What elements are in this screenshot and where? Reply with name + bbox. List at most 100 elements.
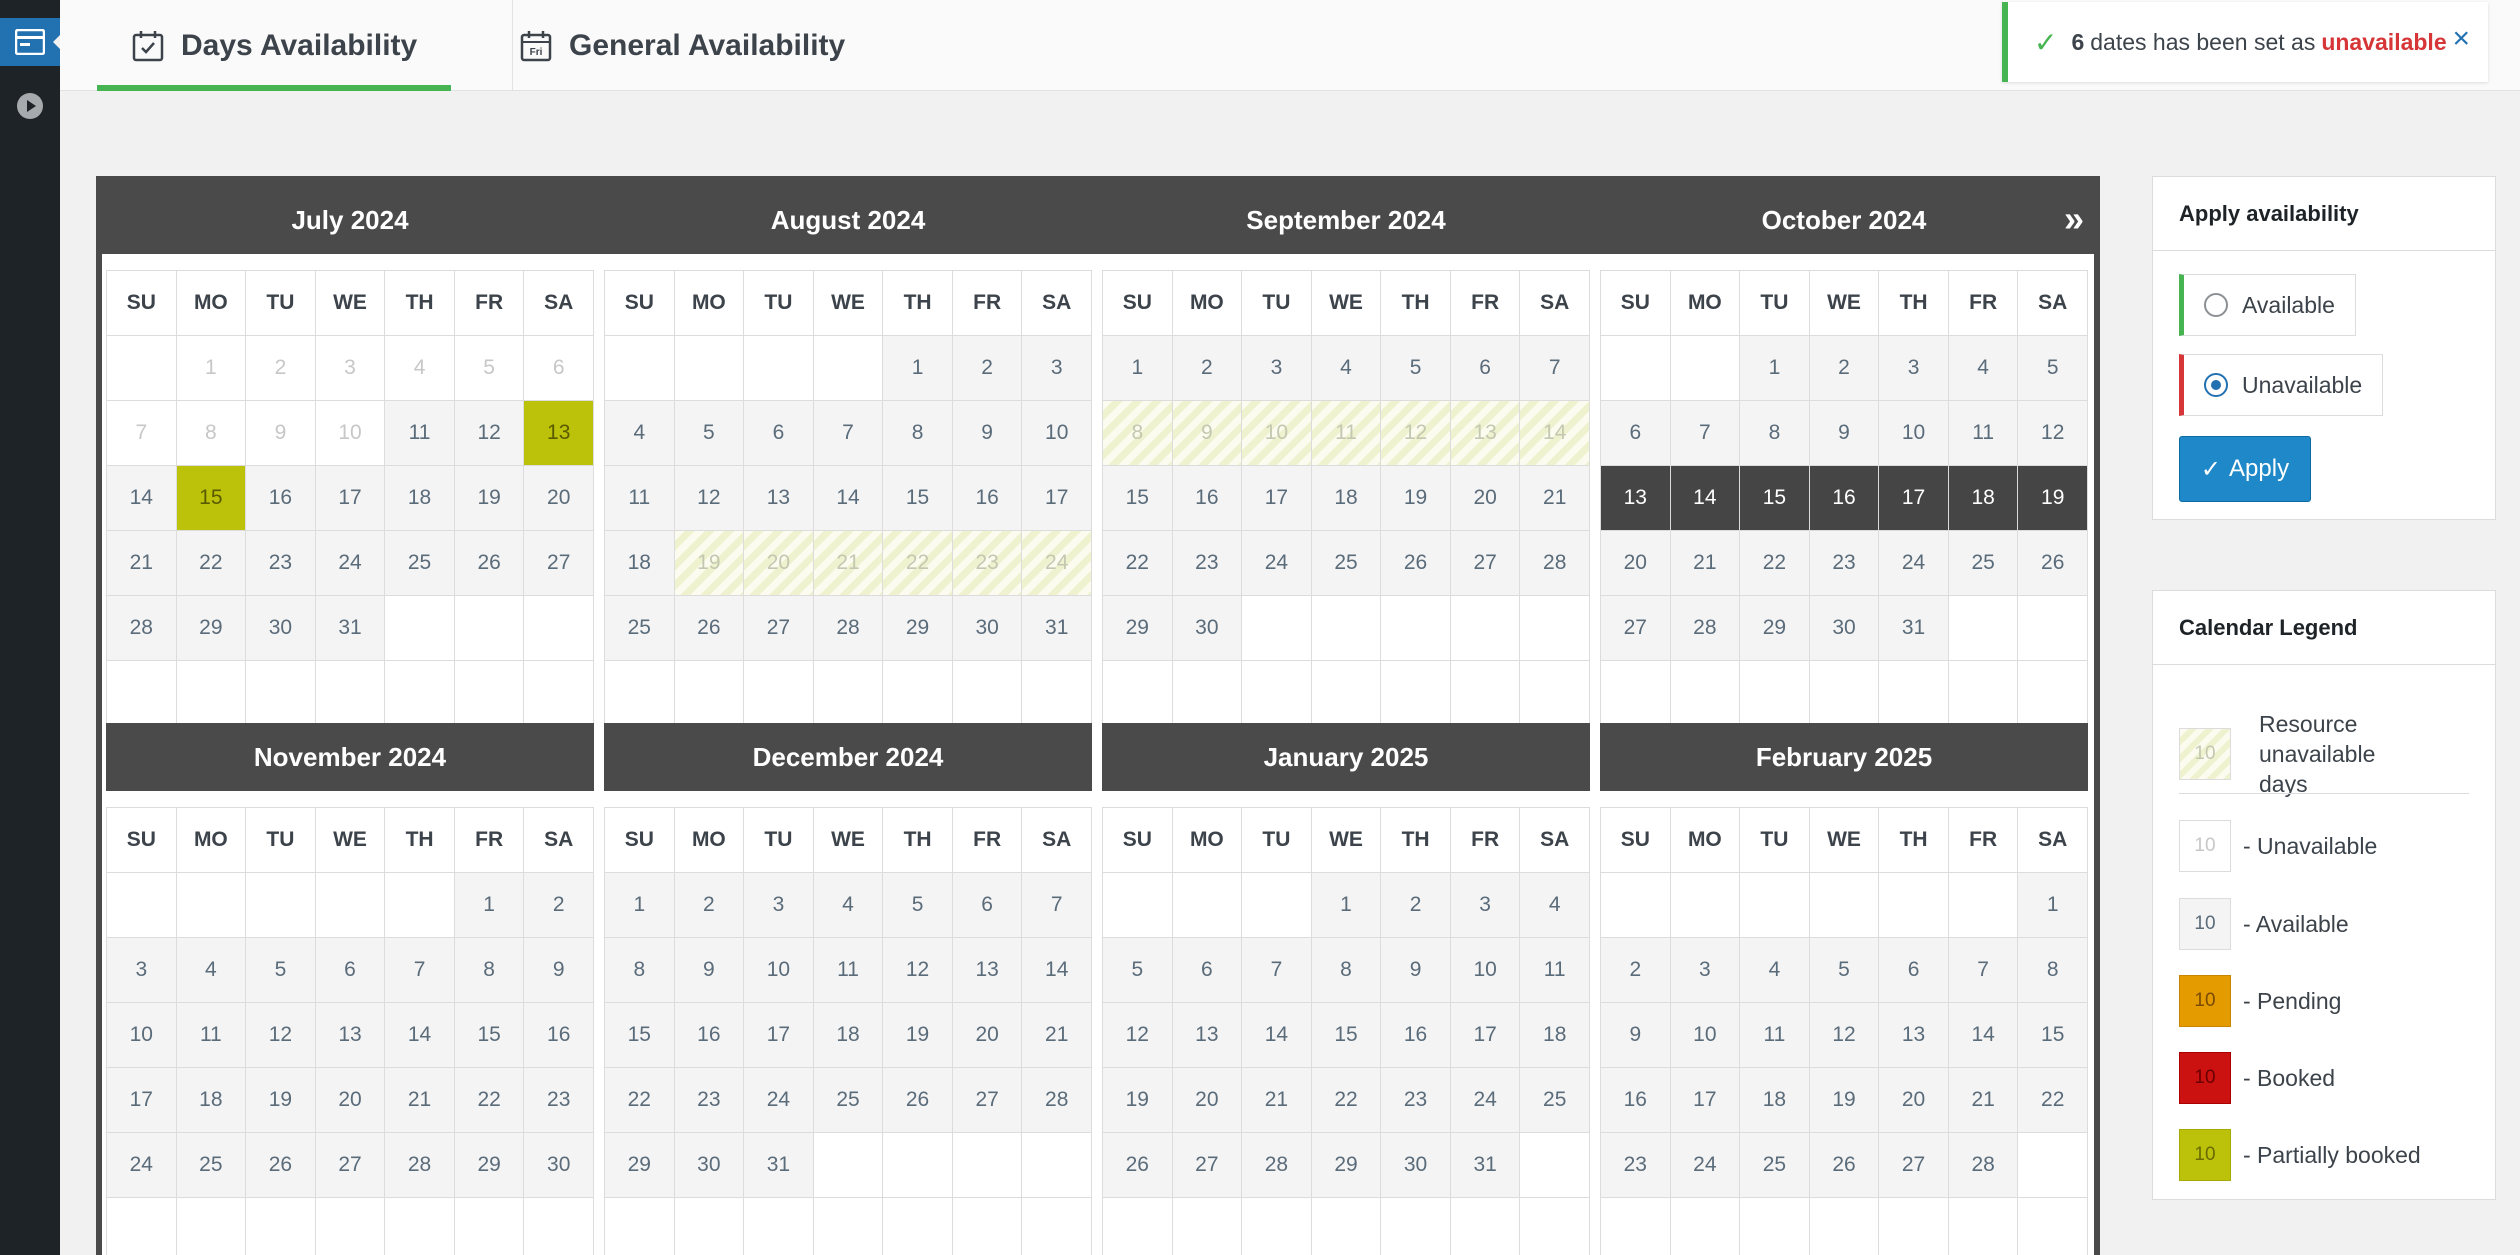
- day-cell[interactable]: 3: [1242, 336, 1312, 401]
- day-cell[interactable]: 21: [1242, 1068, 1312, 1133]
- day-cell[interactable]: 18: [1311, 466, 1382, 531]
- day-cell[interactable]: 1: [1103, 336, 1173, 401]
- day-cell[interactable]: 7: [1242, 938, 1312, 1003]
- day-cell[interactable]: 15: [176, 466, 247, 531]
- day-cell[interactable]: 29: [1311, 1133, 1382, 1198]
- day-cell[interactable]: 14: [813, 466, 884, 531]
- day-cell[interactable]: 25: [1948, 531, 2019, 596]
- day-cell[interactable]: 21: [1670, 531, 1741, 596]
- day-cell[interactable]: 7: [1948, 938, 2019, 1003]
- day-cell[interactable]: 25: [605, 596, 675, 661]
- day-cell[interactable]: 10: [1670, 1003, 1741, 1068]
- day-cell[interactable]: 4: [1948, 336, 2019, 401]
- day-cell[interactable]: 24: [744, 1068, 814, 1133]
- day-cell[interactable]: 25: [176, 1133, 247, 1198]
- day-cell[interactable]: 27: [1601, 596, 1671, 661]
- day-cell[interactable]: 8: [454, 938, 525, 1003]
- day-cell[interactable]: 8: [2018, 938, 2088, 1003]
- day-cell[interactable]: 18: [1740, 1068, 1810, 1133]
- day-cell[interactable]: 2: [1172, 336, 1243, 401]
- day-cell[interactable]: 5: [1381, 336, 1451, 401]
- day-cell[interactable]: 10: [744, 938, 814, 1003]
- day-cell[interactable]: 23: [1809, 531, 1880, 596]
- day-cell[interactable]: 17: [1242, 466, 1312, 531]
- day-cell[interactable]: 28: [1670, 596, 1741, 661]
- day-cell[interactable]: 27: [1450, 531, 1521, 596]
- day-cell[interactable]: 18: [1948, 466, 2019, 531]
- day-cell[interactable]: 12: [454, 401, 525, 466]
- day-cell[interactable]: 25: [813, 1068, 884, 1133]
- day-cell[interactable]: 30: [1381, 1133, 1451, 1198]
- day-cell[interactable]: 1: [454, 873, 525, 938]
- day-cell[interactable]: 20: [1601, 531, 1671, 596]
- day-cell[interactable]: 13: [952, 938, 1023, 1003]
- day-cell[interactable]: 15: [1311, 1003, 1382, 1068]
- day-cell[interactable]: 1: [605, 873, 675, 938]
- day-cell[interactable]: 29: [176, 596, 247, 661]
- day-cell[interactable]: 9: [1601, 1003, 1671, 1068]
- day-cell[interactable]: 13: [1172, 1003, 1243, 1068]
- day-cell[interactable]: 14: [385, 1003, 455, 1068]
- day-cell[interactable]: 27: [1172, 1133, 1243, 1198]
- day-cell[interactable]: 19: [2018, 466, 2088, 531]
- day-cell[interactable]: 10: [107, 1003, 177, 1068]
- day-cell[interactable]: 28: [1242, 1133, 1312, 1198]
- day-cell[interactable]: 21: [1520, 466, 1590, 531]
- day-cell[interactable]: 14: [107, 466, 177, 531]
- day-cell[interactable]: 23: [1172, 531, 1243, 596]
- day-cell[interactable]: 27: [952, 1068, 1023, 1133]
- day-cell[interactable]: 1: [1740, 336, 1810, 401]
- day-cell[interactable]: 22: [176, 531, 247, 596]
- day-cell[interactable]: 17: [1670, 1068, 1741, 1133]
- day-cell[interactable]: 7: [1670, 401, 1741, 466]
- day-cell[interactable]: 8: [883, 401, 953, 466]
- day-cell[interactable]: 4: [1311, 336, 1382, 401]
- day-cell[interactable]: 23: [1381, 1068, 1451, 1133]
- day-cell[interactable]: 3: [1670, 938, 1741, 1003]
- day-cell[interactable]: 9: [524, 938, 594, 1003]
- day-cell[interactable]: 24: [1879, 531, 1949, 596]
- apply-button[interactable]: ✓ Apply: [2179, 436, 2311, 502]
- day-cell[interactable]: 25: [1311, 531, 1382, 596]
- day-cell[interactable]: 20: [1450, 466, 1521, 531]
- day-cell[interactable]: 26: [246, 1133, 316, 1198]
- day-cell[interactable]: 10: [1879, 401, 1949, 466]
- day-cell[interactable]: 19: [1381, 466, 1451, 531]
- day-cell[interactable]: 13: [315, 1003, 386, 1068]
- day-cell[interactable]: 27: [524, 531, 594, 596]
- day-cell[interactable]: 29: [1103, 596, 1173, 661]
- day-cell[interactable]: 25: [385, 531, 455, 596]
- day-cell[interactable]: 29: [1740, 596, 1810, 661]
- day-cell[interactable]: 31: [1879, 596, 1949, 661]
- day-cell[interactable]: 23: [524, 1068, 594, 1133]
- day-cell[interactable]: 11: [605, 466, 675, 531]
- day-cell[interactable]: 30: [952, 596, 1023, 661]
- day-cell[interactable]: 15: [605, 1003, 675, 1068]
- day-cell[interactable]: 31: [744, 1133, 814, 1198]
- day-cell[interactable]: 9: [952, 401, 1023, 466]
- day-cell[interactable]: 16: [246, 466, 316, 531]
- day-cell[interactable]: 21: [107, 531, 177, 596]
- day-cell[interactable]: 26: [1381, 531, 1451, 596]
- day-cell[interactable]: 24: [1670, 1133, 1741, 1198]
- day-cell[interactable]: 30: [1809, 596, 1880, 661]
- day-cell[interactable]: 2: [1809, 336, 1880, 401]
- day-cell[interactable]: 17: [1450, 1003, 1521, 1068]
- day-cell[interactable]: 10: [1022, 401, 1092, 466]
- day-cell[interactable]: 6: [1879, 938, 1949, 1003]
- day-cell[interactable]: 6: [1172, 938, 1243, 1003]
- day-cell[interactable]: 12: [1103, 1003, 1173, 1068]
- day-cell[interactable]: 9: [674, 938, 745, 1003]
- day-cell[interactable]: 1: [2018, 873, 2088, 938]
- day-cell[interactable]: 9: [1809, 401, 1880, 466]
- day-cell[interactable]: 2: [1381, 873, 1451, 938]
- day-cell[interactable]: 19: [246, 1068, 316, 1133]
- day-cell[interactable]: 2: [1601, 938, 1671, 1003]
- day-cell[interactable]: 6: [744, 401, 814, 466]
- day-cell[interactable]: 23: [674, 1068, 745, 1133]
- day-cell[interactable]: 22: [1311, 1068, 1382, 1133]
- day-cell[interactable]: 3: [1022, 336, 1092, 401]
- day-cell[interactable]: 18: [1520, 1003, 1590, 1068]
- day-cell[interactable]: 17: [1022, 466, 1092, 531]
- day-cell[interactable]: 9: [1381, 938, 1451, 1003]
